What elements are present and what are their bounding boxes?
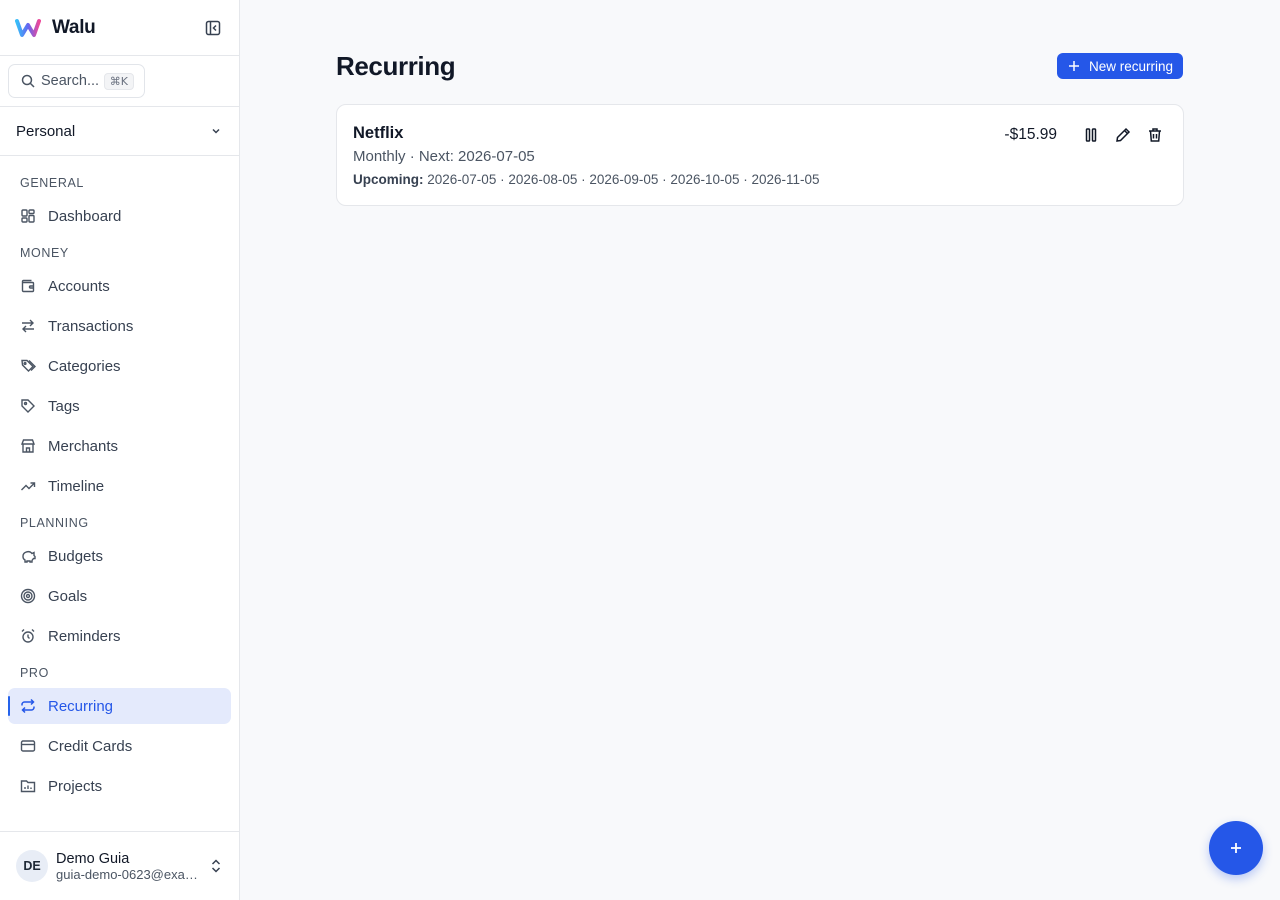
repeat-icon (20, 698, 36, 714)
nav-section-pro: PRO (20, 666, 49, 680)
credit-card-icon (20, 738, 36, 754)
recurring-item-frequency: Monthly · Next: 2026-07-05 (353, 148, 535, 165)
trending-up-icon (20, 478, 36, 494)
store-icon (20, 438, 36, 454)
sidebar-item-tags[interactable]: Tags (8, 388, 231, 424)
sidebar-item-label: Dashboard (48, 207, 122, 225)
sidebar-item-projects[interactable]: Projects (8, 768, 231, 804)
search-shortcut-badge: ⌘K (103, 72, 134, 90)
sidebar-item-label: Projects (48, 777, 103, 795)
search-placeholder: Search... (41, 73, 100, 89)
sidebar-item-reminders[interactable]: Reminders (8, 618, 231, 654)
recurring-item-card[interactable]: Netflix Monthly · Next: 2026-07-05 Upcom… (336, 104, 1184, 206)
search-input[interactable]: Search... ⌘K (8, 64, 145, 98)
target-icon (20, 588, 36, 604)
wallet-icon (20, 278, 36, 294)
new-recurring-button[interactable]: New recurring (1056, 53, 1183, 79)
nav-section-general: GENERAL (20, 176, 84, 190)
sidebar-item-label: Accounts (48, 277, 110, 295)
nav-section-planning: PLANNING (20, 516, 89, 530)
sidebar-item-goals[interactable]: Goals (8, 578, 231, 614)
user-name: Demo Guia (56, 850, 130, 867)
sidebar-item-credit-cards[interactable]: Credit Cards (8, 728, 231, 764)
recurring-item-upcoming: Upcoming: 2026-07-05 · 2026-08-05 · 2026… (353, 172, 1167, 187)
sidebar-item-label: Transactions (48, 317, 134, 335)
sidebar-item-label: Goals (48, 587, 88, 605)
collapse-sidebar-icon[interactable] (203, 18, 223, 38)
sidebar-item-merchants[interactable]: Merchants (8, 428, 231, 464)
main-content: Recurring New recurring Netflix Monthly … (240, 0, 1280, 900)
trash-icon[interactable] (1145, 125, 1165, 145)
sidebar-item-label: Budgets (48, 547, 104, 565)
sidebar-item-label: Timeline (48, 477, 105, 495)
user-email: guia-demo-0623@example.com (56, 866, 198, 882)
add-fab-button[interactable] (1209, 821, 1263, 875)
app-name: Walu (52, 16, 96, 38)
tag-icon (20, 398, 36, 414)
plus-icon (1231, 843, 1241, 853)
sidebar-item-accounts[interactable]: Accounts (8, 268, 231, 304)
recurring-item-amount: -$15.99 (1004, 126, 1057, 143)
search-container: Search... ⌘K (0, 56, 239, 107)
plus-icon (1068, 60, 1080, 72)
avatar: DE (16, 850, 48, 882)
sidebar-item-recurring[interactable]: Recurring (8, 688, 231, 724)
dashboard-icon (20, 208, 36, 224)
edit-pencil-icon[interactable] (1113, 125, 1133, 145)
upcoming-dates: 2026-07-05 · 2026-08-05 · 2026-09-05 · 2… (427, 172, 820, 187)
brand-header: Walu (0, 0, 239, 56)
app-root: Walu Search... ⌘K Personal GENERAL Dashb… (0, 0, 1280, 900)
sidebar-item-label: Reminders (48, 627, 121, 645)
piggy-bank-icon (20, 548, 36, 564)
sidebar-item-label: Categories (48, 357, 121, 375)
search-icon (21, 74, 35, 88)
sidebar-item-label: Merchants (48, 437, 119, 455)
workspace-label: Personal (16, 122, 76, 140)
sidebar-nav: GENERAL Dashboard MONEY Accounts Transac… (0, 156, 239, 900)
nav-section-money: MONEY (20, 246, 69, 260)
user-menu[interactable]: DE Demo Guia guia-demo-0623@example.com (0, 831, 239, 900)
chevron-down-icon (210, 125, 222, 137)
page-header: Recurring New recurring (336, 49, 1183, 83)
sidebar-item-categories[interactable]: Categories (8, 348, 231, 384)
walu-logo-icon (15, 17, 41, 39)
sidebar-item-dashboard[interactable]: Dashboard (8, 198, 231, 234)
sidebar: Walu Search... ⌘K Personal GENERAL Dashb… (0, 0, 240, 900)
sidebar-item-transactions[interactable]: Transactions (8, 308, 231, 344)
sidebar-item-label: Tags (48, 397, 80, 415)
new-recurring-label: New recurring (1088, 58, 1173, 74)
sidebar-item-timeline[interactable]: Timeline (8, 468, 231, 504)
tags-icon (20, 358, 36, 374)
user-info: Demo Guia guia-demo-0623@example.com (56, 851, 209, 882)
folder-chart-icon (20, 778, 36, 794)
workspace-selector[interactable]: Personal (0, 107, 239, 156)
arrows-swap-icon (20, 318, 36, 334)
sidebar-item-label: Credit Cards (48, 737, 133, 755)
recurring-item-actions: -$15.99 (1004, 125, 1165, 145)
page-title: Recurring (336, 50, 456, 81)
upcoming-label: Upcoming: (353, 172, 424, 187)
alarm-clock-icon (20, 628, 36, 644)
pause-icon[interactable] (1081, 125, 1101, 145)
sidebar-item-budgets[interactable]: Budgets (8, 538, 231, 574)
chevrons-up-down-icon (209, 858, 223, 874)
sidebar-item-label: Recurring (48, 697, 114, 715)
